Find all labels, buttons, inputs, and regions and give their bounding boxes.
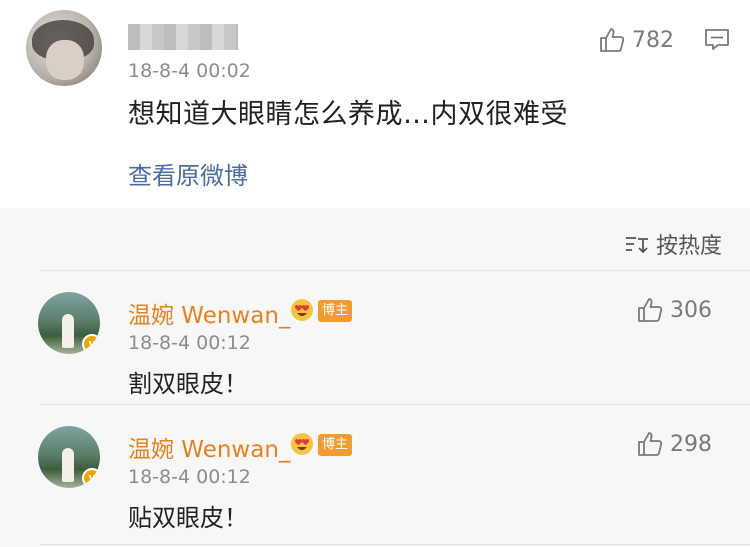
comment-content: 贴双眼皮！	[128, 504, 248, 532]
comment-item: v 温婉 Wenwan_ 博主 18-8-4 00:12 贴双眼皮！ 298	[0, 412, 750, 546]
post-content: 想知道大眼睛怎么养成…内双很难受	[128, 99, 568, 130]
sort-icon	[625, 237, 648, 253]
comment-like-count: 298	[670, 431, 712, 457]
thumbs-up-icon	[638, 432, 663, 456]
comment-timestamp: 18-8-4 00:12	[128, 332, 251, 354]
author-badge: 博主	[318, 434, 352, 456]
comment-item: v 温婉 Wenwan_ 博主 18-8-4 00:12 割双眼皮！ 306	[0, 278, 750, 412]
author-badge: 博主	[318, 300, 352, 322]
commenter-avatar[interactable]: v	[38, 292, 100, 354]
post-like-button[interactable]: 782	[598, 26, 674, 54]
comment-like-button[interactable]: 306	[636, 296, 712, 324]
comment-like-count: 306	[670, 297, 712, 323]
divider	[40, 544, 750, 545]
comment-content: 割双眼皮！	[128, 370, 248, 398]
divider	[40, 404, 750, 405]
divider	[40, 270, 750, 271]
verified-badge-icon: v	[82, 334, 100, 354]
avatar-face	[46, 40, 84, 80]
post-timestamp: 18-8-4 00:02	[128, 60, 251, 82]
heart-eyes-emoji-icon	[291, 433, 313, 455]
avatar-person	[62, 448, 74, 482]
comment-icon[interactable]	[704, 28, 730, 52]
blurred-username[interactable]	[128, 24, 238, 50]
commenter-username[interactable]: 温婉 Wenwan_	[128, 296, 290, 330]
comment-timestamp: 18-8-4 00:12	[128, 466, 251, 488]
sort-label: 按热度	[655, 234, 722, 259]
poster-avatar[interactable]	[26, 10, 102, 86]
verified-badge-icon: v	[82, 468, 100, 488]
heart-eyes-emoji-icon	[291, 299, 313, 321]
avatar-person	[62, 314, 74, 348]
commenter-username[interactable]: 温婉 Wenwan_	[128, 430, 290, 464]
sort-by-hot-button[interactable]: 按热度	[624, 228, 722, 260]
post-like-count: 782	[632, 27, 674, 53]
thumbs-up-icon	[600, 28, 625, 52]
view-original-link[interactable]: 查看原微博	[128, 156, 248, 191]
comments-section: 按热度 v 温婉 Wenwan_ 博主 18-8-4 00:12 割双眼皮！ 3…	[0, 208, 750, 547]
original-post: 18-8-4 00:02 想知道大眼睛怎么养成…内双很难受 查看原微博 782	[0, 0, 750, 208]
comment-like-button[interactable]: 298	[636, 430, 712, 458]
thumbs-up-icon	[638, 298, 663, 322]
commenter-avatar[interactable]: v	[38, 426, 100, 488]
